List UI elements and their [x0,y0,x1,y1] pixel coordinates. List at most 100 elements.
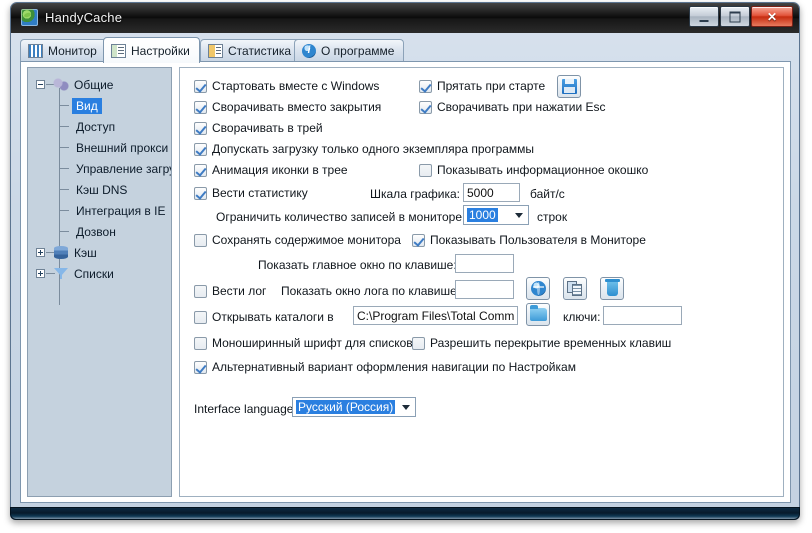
tree-item-label: Дозвон [76,225,116,239]
tree-item-dostup[interactable]: Доступ [28,116,171,137]
chevron-down-icon[interactable] [402,405,410,410]
checkbox-label: Открывать каталоги в [212,310,334,324]
show-log-window-key-input[interactable] [455,280,514,299]
funnel-icon [53,266,69,281]
folder-icon [530,308,547,321]
tree-elbow [60,147,69,148]
checkbox-alt-nav-style[interactable]: Альтернативный вариант оформления навига… [194,360,576,374]
checkbox-box[interactable] [412,234,425,247]
chevron-down-icon[interactable] [515,213,523,218]
checkbox-start-with-windows[interactable]: Стартовать вместе с Windows [194,79,379,93]
checkbox-box[interactable] [194,143,207,156]
tree-item-spiski[interactable]: Списки [28,263,171,284]
tree-item-upravlenie-zagruzkoy[interactable]: Управление загру [28,158,171,179]
checkbox-box[interactable] [419,164,432,177]
checkbox-box[interactable] [194,285,207,298]
tree-item-kesh[interactable]: Кэш [28,242,171,263]
checkbox-box[interactable] [194,80,207,93]
checkbox-box[interactable] [194,337,207,350]
interface-language-label: Interface language: [194,402,297,416]
checkbox-box[interactable] [194,101,207,114]
tab-label: Монитор [48,44,97,58]
checkbox-label: Анимация иконки в трее [212,163,348,177]
maximize-button[interactable] [720,6,750,27]
checkbox-animate-tray-icon[interactable]: Анимация иконки в трее [194,163,348,177]
keys-field-input[interactable] [603,306,682,325]
checkbox-keep-log[interactable]: Вести лог [194,284,266,298]
tab-settings[interactable]: Настройки [103,37,200,63]
open-dirs-path-input[interactable] [353,306,518,325]
checkbox-single-instance[interactable]: Допускать загрузку только одного экземпл… [194,142,534,156]
checkbox-minimize-instead-of-close[interactable]: Сворачивать вместо закрытия [194,100,381,114]
expand-expander-icon[interactable] [36,248,45,257]
checkbox-allow-hotkey-overlap[interactable]: Разрешить перекрытие временных клавиш [412,336,671,350]
monitor-limit-value: 1000 [467,208,498,222]
tree-item-label: Управление загру [76,162,172,176]
tab-monitor[interactable]: Монитор [20,39,107,61]
interface-language-combo[interactable]: Русский (Россия) [292,397,416,417]
graph-scale-label: Шкала графика: [370,187,460,201]
checkbox-keep-statistics[interactable]: Вести статистику [194,186,308,200]
open-log-url-button[interactable] [526,277,550,300]
checkbox-box[interactable] [194,164,207,177]
checkbox-minimize-to-tray[interactable]: Сворачивать в трей [194,121,323,135]
checkbox-minimize-on-esc[interactable]: Сворачивать при нажатии Esc [419,100,606,114]
browse-folder-button[interactable] [526,303,550,326]
tree-item-dozvon[interactable]: Дозвон [28,221,171,242]
checkbox-show-user-in-monitor[interactable]: Показывать Пользователя в Мониторе [412,233,646,247]
maximize-icon [730,11,741,22]
tree-item-obschie[interactable]: Общие [28,74,171,95]
tree-item-vid[interactable]: Вид [28,95,171,116]
checkbox-label: Показывать Пользователя в Мониторе [430,233,646,247]
settings-tree[interactable]: Общие Вид Доступ Внешни [27,67,172,497]
minimize-button[interactable] [689,6,719,27]
show-log-window-key-label: Показать окно лога по клавише: [281,284,460,298]
tab-about[interactable]: О программе [294,39,404,61]
checkbox-box[interactable] [194,187,207,200]
tree-item-integraciya-v-ie[interactable]: Интеграция в IE [28,200,171,221]
close-button[interactable]: ✕ [751,6,793,27]
screenshot-root: HandyCache ✕ Монитор [0,0,812,533]
checkbox-label: Сворачивать при нажатии Esc [437,100,606,114]
tree-item-vneshniy-proksi[interactable]: Внешний прокси [28,137,171,158]
checkbox-label: Сворачивать в трей [212,121,323,135]
checkbox-show-info-window[interactable]: Показывать информационное окошко [419,163,648,177]
checkbox-box[interactable] [194,311,207,324]
tree-item-label: Кэш DNS [76,183,127,197]
checkbox-box[interactable] [194,361,207,374]
checkbox-hide-on-start[interactable]: Прятать при старте [419,79,545,93]
database-icon [54,246,68,259]
checkbox-box[interactable] [412,337,425,350]
tab-label: О программе [321,44,394,58]
checkbox-save-monitor-content[interactable]: Сохранять содержимое монитора [194,233,401,247]
checkbox-label: Сворачивать вместо закрытия [212,100,381,114]
monitor-limit-combo[interactable]: 1000 [463,205,529,225]
checkbox-open-dirs-in[interactable]: Открывать каталоги в [194,310,334,324]
clear-log-button[interactable] [600,277,624,300]
checkbox-label: Сохранять содержимое монитора [212,233,401,247]
tree-item-label: Внешний прокси [76,141,168,155]
checkbox-label: Разрешить перекрытие временных клавиш [430,336,671,350]
copy-log-button[interactable] [563,277,587,300]
checkbox-monospace-font-lists[interactable]: Моноширинный шрифт для списков [194,336,413,350]
checkbox-box[interactable] [419,101,432,114]
checkbox-box[interactable] [419,80,432,93]
checkbox-label: Прятать при старте [437,79,545,93]
tab-strip: Монитор Настройки Статистика О программе [20,37,793,61]
collapse-expander-icon[interactable] [36,80,45,89]
monitor-limit-label: Ограничить количество записей в мониторе [216,210,462,224]
expand-expander-icon[interactable] [36,269,45,278]
graph-scale-input[interactable] [463,183,520,202]
show-main-window-key-label: Показать главное окно по клавише: [258,258,457,272]
checkbox-box[interactable] [194,122,207,135]
tab-statistics[interactable]: Статистика [200,39,301,61]
about-icon [302,44,316,58]
tree-item-kesh-dns[interactable]: Кэш DNS [28,179,171,200]
save-button[interactable] [557,75,581,98]
tree-elbow [60,189,69,190]
tree-elbow [60,168,69,169]
show-main-window-key-input[interactable] [455,254,514,273]
checkbox-box[interactable] [194,234,207,247]
gears-icon [53,77,69,92]
checkbox-label: Вести статистику [212,186,308,200]
